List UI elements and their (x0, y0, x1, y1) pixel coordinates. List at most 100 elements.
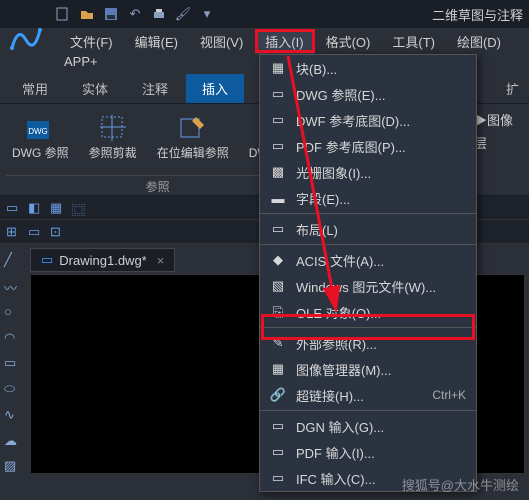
menu-item-label: 布局(L) (296, 220, 466, 239)
tab-insert[interactable]: 插入 (186, 74, 244, 103)
tab-common[interactable]: 常用 (6, 74, 64, 103)
app-logo (6, 18, 46, 58)
dwg-ref-icon: DWG (24, 112, 56, 144)
menu-item-raster[interactable]: ▩ 光栅图象(I)... (260, 159, 476, 185)
dwf-icon: ▭ (270, 112, 286, 128)
menu-item-label: 外部参照(R)... (296, 334, 466, 353)
open-icon[interactable] (80, 7, 94, 21)
menu-separator (260, 410, 476, 411)
menu-item-label: DWG 参照(E)... (296, 85, 466, 104)
dgn-icon: ▭ (270, 418, 286, 434)
t4-icon[interactable]: ⿴ (72, 200, 88, 216)
tab-entity[interactable]: 实体 (66, 74, 124, 103)
menu-file[interactable]: 文件(F) (60, 29, 123, 54)
imgmgr-icon: ▦ (270, 361, 286, 377)
wmf-icon: ▧ (270, 278, 286, 294)
menu-separator (260, 327, 476, 328)
rect-tool-icon[interactable]: ▭ (4, 355, 22, 373)
side-image[interactable]: ▶图像 (474, 110, 513, 129)
line-tool-icon[interactable]: ╱ (4, 252, 22, 270)
menu-item-block[interactable]: ▦ 块(B)... (260, 55, 476, 81)
cloud-tool-icon[interactable]: ☁ (4, 433, 22, 451)
menu-edit[interactable]: 编辑(E) (125, 29, 188, 54)
spline-tool-icon[interactable]: ∿ (4, 407, 22, 425)
tab-expand[interactable]: 扩 (496, 74, 529, 103)
field-icon: ▬ (270, 190, 286, 206)
menu-shortcut: Ctrl+K (432, 388, 466, 402)
t7-icon[interactable]: ⊡ (50, 224, 66, 240)
link-icon: 🔗 (270, 387, 286, 403)
raster-icon: ▩ (270, 164, 286, 180)
menu-draw[interactable]: 绘图(D) (447, 29, 511, 54)
print-icon[interactable] (152, 7, 166, 21)
xref-icon: ✎ (270, 335, 286, 351)
t3-icon[interactable]: ▦ (50, 200, 66, 216)
t5-icon[interactable]: ⊞ (6, 224, 22, 240)
side-layer[interactable]: 层 (474, 133, 513, 152)
menu-item-wmf[interactable]: ▧ Windows 图元文件(W)... (260, 273, 476, 299)
t1-icon[interactable]: ▭ (6, 200, 22, 216)
close-tab-icon[interactable]: × (157, 253, 165, 268)
btn-dwg-ref[interactable]: DWG DWG 参照 (6, 110, 75, 175)
dwg-file-icon: ▭ (41, 252, 53, 268)
save-icon[interactable] (104, 7, 118, 21)
ifc-icon: ▭ (270, 470, 286, 486)
block-icon: ▦ (270, 60, 286, 76)
menu-item-label: Windows 图元文件(W)... (296, 277, 466, 296)
btn-edit-inplace[interactable]: 在位编辑参照 (151, 110, 235, 175)
ellipse-tool-icon[interactable]: ⬭ (4, 381, 22, 399)
clip-icon (97, 112, 129, 144)
menu-item-pdfin[interactable]: ▭ PDF 输入(I)... (260, 439, 476, 465)
menu-item-label: 超链接(H)... (296, 386, 422, 405)
menu-item-label: OLE 对象(O)... (296, 303, 466, 322)
left-toolbar: ╱ 〰 ○ ◠ ▭ ⬭ ∿ ☁ ▨ (0, 244, 26, 484)
menu-item-label: 块(B)... (296, 59, 466, 78)
menu-format[interactable]: 格式(O) (316, 29, 381, 54)
pdf-icon: ▭ (270, 138, 286, 154)
t2-icon[interactable]: ◧ (28, 200, 44, 216)
menu-view[interactable]: 视图(V) (190, 29, 253, 54)
menu-item-imgmgr[interactable]: ▦图像管理器(M)... (260, 356, 476, 382)
dwg-icon: ▭ (270, 86, 286, 102)
menu-item-xref[interactable]: ✎ 外部参照(R)... (260, 330, 476, 356)
menu-item-dgn[interactable]: ▭DGN 输入(G)... (260, 413, 476, 439)
menu-item-label: 光栅图象(I)... (296, 163, 466, 182)
menu-item-acis[interactable]: ◆ ACIS 文件(A)... (260, 247, 476, 273)
menu-item-link[interactable]: 🔗 超链接(H)... Ctrl+K (260, 382, 476, 408)
menu-tools[interactable]: 工具(T) (382, 29, 445, 54)
undo-icon[interactable]: ↶ (128, 7, 142, 21)
acis-icon: ◆ (270, 252, 286, 268)
menu-item-dwg[interactable]: ▭ DWG 参照(E)... (260, 81, 476, 107)
document-tab[interactable]: ▭ Drawing1.dwg* × (30, 248, 175, 272)
workspace-mode[interactable]: 二维草图与注释 (432, 5, 523, 24)
menu-separator (260, 213, 476, 214)
menu-item-label: PDF 输入(I)... (296, 443, 466, 462)
new-icon[interactable] (56, 7, 70, 21)
circle-tool-icon[interactable]: ○ (4, 304, 22, 322)
pdfin-icon: ▭ (270, 444, 286, 460)
doc-tab-label: Drawing1.dwg* (59, 253, 146, 268)
arc-tool-icon[interactable]: ◠ (4, 330, 22, 348)
t6-icon[interactable]: ▭ (28, 224, 44, 240)
hatch-tool-icon[interactable]: ▨ (4, 458, 22, 476)
menu-item-label: 字段(E)... (296, 189, 466, 208)
ole-icon: ⎘ (270, 304, 286, 320)
btn-clip-ref[interactable]: 参照剪裁 (83, 110, 143, 175)
menu-insert[interactable]: 插入(I) (255, 29, 313, 54)
watermark: 搜狐号@大水牛测绘 (402, 475, 519, 494)
menubar: 文件(F) 编辑(E) 视图(V) 插入(I) 格式(O) 工具(T) 绘图(D… (0, 28, 529, 54)
polyline-tool-icon[interactable]: 〰 (4, 278, 22, 296)
menu-item-layout[interactable]: ▭布局(L) (260, 216, 476, 242)
menu-item-dwf[interactable]: ▭ DWF 参考底图(D)... (260, 107, 476, 133)
menu-item-pdf[interactable]: ▭ PDF 参考底图(P)... (260, 133, 476, 159)
menu-item-label: ACIS 文件(A)... (296, 251, 466, 270)
menu-item-ole[interactable]: ⎘ OLE 对象(O)... (260, 299, 476, 325)
menu-item-label: PDF 参考底图(P)... (296, 137, 466, 156)
dropdown-icon[interactable]: ▾ (200, 7, 214, 21)
tab-annot[interactable]: 注释 (126, 74, 184, 103)
edit-inplace-icon (177, 112, 209, 144)
menu-item-label: DWF 参考底图(D)... (296, 111, 466, 130)
menu-item-field[interactable]: ▬ 字段(E)... (260, 185, 476, 211)
brush-icon[interactable]: 🖌 (176, 7, 190, 21)
insert-dropdown: ▦ 块(B)... ▭ DWG 参照(E)... ▭ DWF 参考底图(D)... ▭ PDF… (259, 54, 477, 492)
